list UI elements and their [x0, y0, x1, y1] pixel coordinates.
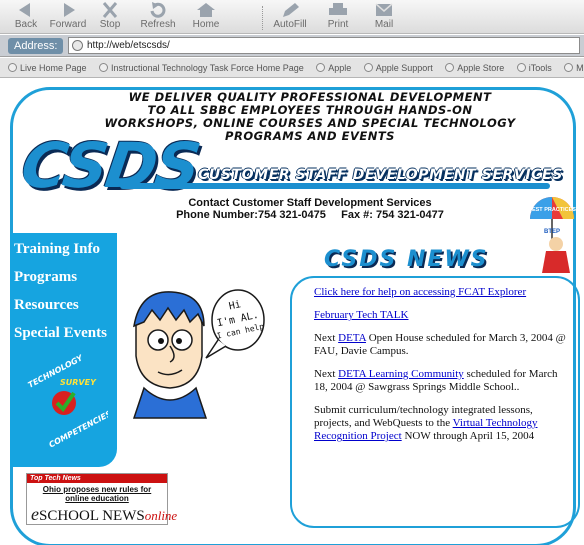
mail-envelope-icon	[375, 3, 393, 16]
ad-brand-online: online	[144, 508, 178, 523]
refresh-button[interactable]: Refresh	[134, 2, 182, 30]
nav-special-events[interactable]: Special Events	[10, 319, 117, 347]
favorite-item[interactable]: Apple Store	[445, 62, 504, 75]
news-item: Next DETA Learning Community scheduled f…	[314, 368, 566, 394]
favorite-item[interactable]: Apple	[316, 62, 351, 75]
logo-subtitle: CUSTOMER STAFF DEVELOPMENT SERVICES	[198, 167, 563, 183]
forward-button[interactable]: Forward	[44, 2, 92, 30]
technology-survey-badge[interactable]: TECHNOLOGY SURVEY COMPETENCIES	[22, 351, 108, 451]
back-button[interactable]: Back	[2, 2, 50, 30]
news-title: CSDS NEWS	[324, 247, 489, 272]
badge-line3: COMPETENCIES	[47, 409, 108, 450]
refresh-icon	[150, 2, 166, 18]
favorite-globe-icon	[99, 63, 108, 72]
favorite-label: iTools	[528, 63, 552, 73]
autofill-pen-icon	[283, 3, 299, 17]
address-label: Address:	[8, 38, 64, 54]
favorite-label: M	[576, 63, 584, 73]
news-item: February Tech TALK	[314, 309, 566, 322]
favorite-item[interactable]: M	[564, 62, 584, 75]
ad-brand-main: SCHOOL NEWS	[39, 508, 145, 524]
globe-icon	[72, 40, 83, 51]
browser-toolbar: Back Forward Stop Refresh Home AutoFill …	[0, 0, 584, 34]
favorite-item[interactable]: Apple Support	[363, 62, 433, 75]
ad-headline-line: Ohio proposes new rules for	[42, 485, 152, 494]
news-text: NOW through April 15, 2004	[401, 430, 535, 442]
ad-header: Top Tech News	[27, 474, 167, 483]
address-input[interactable]: http://web/etscsds/	[68, 37, 580, 54]
tech-talk-link[interactable]: February Tech TALK	[314, 309, 408, 321]
back-label: Back	[14, 19, 38, 30]
contact-line: Contact Customer Staff Development Servi…	[188, 197, 432, 209]
sidebar-nav: Training Info Programs Resources Special…	[10, 233, 117, 467]
favorite-label: Apple	[328, 63, 352, 73]
home-label: Home	[192, 19, 220, 30]
stop-label: Stop	[99, 19, 121, 30]
deco-sub: BTEP	[544, 229, 560, 235]
autofill-label: AutoFill	[273, 19, 307, 30]
news-text: Next	[314, 332, 339, 344]
news-item: Submit curriculum/technology integrated …	[314, 404, 566, 443]
toolbar-separator	[262, 6, 263, 30]
favorite-label: Instructional Technology Task Force Home…	[111, 63, 304, 73]
mail-label: Mail	[374, 19, 394, 30]
favorite-item[interactable]: Instructional Technology Task Force Home…	[99, 62, 304, 75]
favorite-label: Apple Store	[457, 63, 505, 73]
badge-line2: SURVEY	[60, 378, 97, 387]
mail-button[interactable]: Mail	[360, 2, 408, 30]
favorite-globe-icon	[516, 63, 526, 72]
favorite-globe-icon	[363, 63, 373, 72]
ad-headline[interactable]: Ohio proposes new rules for online educa…	[27, 485, 167, 503]
ad-headline-line: online education	[65, 494, 129, 503]
favorite-globe-icon	[8, 63, 17, 72]
news-panel: Click here for help on accessing FCAT Ex…	[290, 276, 580, 528]
stop-button[interactable]: Stop	[86, 2, 134, 30]
news-item: Next DETA Open House scheduled for March…	[314, 332, 566, 358]
print-button[interactable]: Print	[314, 2, 362, 30]
ad-brand-e: e	[31, 504, 39, 524]
address-bar: Address: http://web/etscsds/	[0, 35, 584, 57]
ad-brand-logo: eSCHOOL NEWSonline	[27, 504, 177, 525]
nav-programs[interactable]: Programs	[10, 263, 117, 291]
fcat-explorer-link[interactable]: Click here for help on accessing FCAT Ex…	[314, 286, 526, 298]
web-page: WE DELIVER QUALITY PROFESSIONAL DEVELOPM…	[0, 79, 584, 545]
favorite-globe-icon	[316, 63, 326, 72]
forward-label: Forward	[49, 19, 87, 30]
refresh-label: Refresh	[140, 19, 176, 30]
nav-resources[interactable]: Resources	[10, 291, 117, 319]
contact-info: Contact Customer Staff Development Servi…	[150, 197, 470, 221]
best-practices-mascot-icon: BEST PRACTICES BTEP	[528, 197, 576, 273]
deta-link[interactable]: DETA	[338, 332, 366, 344]
deta-learning-community-link[interactable]: DETA Learning Community	[338, 368, 464, 380]
contact-phone-fax: Phone Number:754 321-0475 Fax #: 754 321…	[176, 209, 444, 221]
back-arrow-icon	[19, 3, 30, 17]
favorite-label: Apple Support	[375, 63, 433, 73]
favorites-bar: Live Home Page Instructional Technology …	[0, 58, 584, 78]
forward-arrow-icon	[64, 3, 75, 17]
favorite-item[interactable]: iTools	[516, 62, 552, 75]
home-icon	[197, 3, 215, 17]
news-item: Click here for help on accessing FCAT Ex…	[314, 286, 566, 299]
al-mascot-illustration[interactable]: Hi I'm AL. I can help	[118, 284, 268, 419]
deco-label: BEST PRACTICES	[528, 207, 576, 213]
news-text: Next	[314, 368, 339, 380]
print-label: Print	[327, 19, 349, 30]
stop-x-icon	[102, 2, 118, 18]
printer-icon	[329, 3, 347, 15]
favorite-globe-icon	[445, 63, 455, 72]
eschool-news-ad[interactable]: Top Tech News Ohio proposes new rules fo…	[26, 473, 177, 525]
logo-swoosh	[120, 183, 550, 189]
favorite-item[interactable]: Live Home Page	[8, 62, 87, 75]
home-button[interactable]: Home	[182, 2, 230, 30]
favorite-globe-icon	[564, 63, 574, 72]
nav-training-info[interactable]: Training Info	[10, 235, 117, 263]
address-value: http://web/etscsds/	[87, 40, 170, 51]
autofill-button[interactable]: AutoFill	[266, 2, 314, 30]
favorite-label: Live Home Page	[20, 63, 87, 73]
